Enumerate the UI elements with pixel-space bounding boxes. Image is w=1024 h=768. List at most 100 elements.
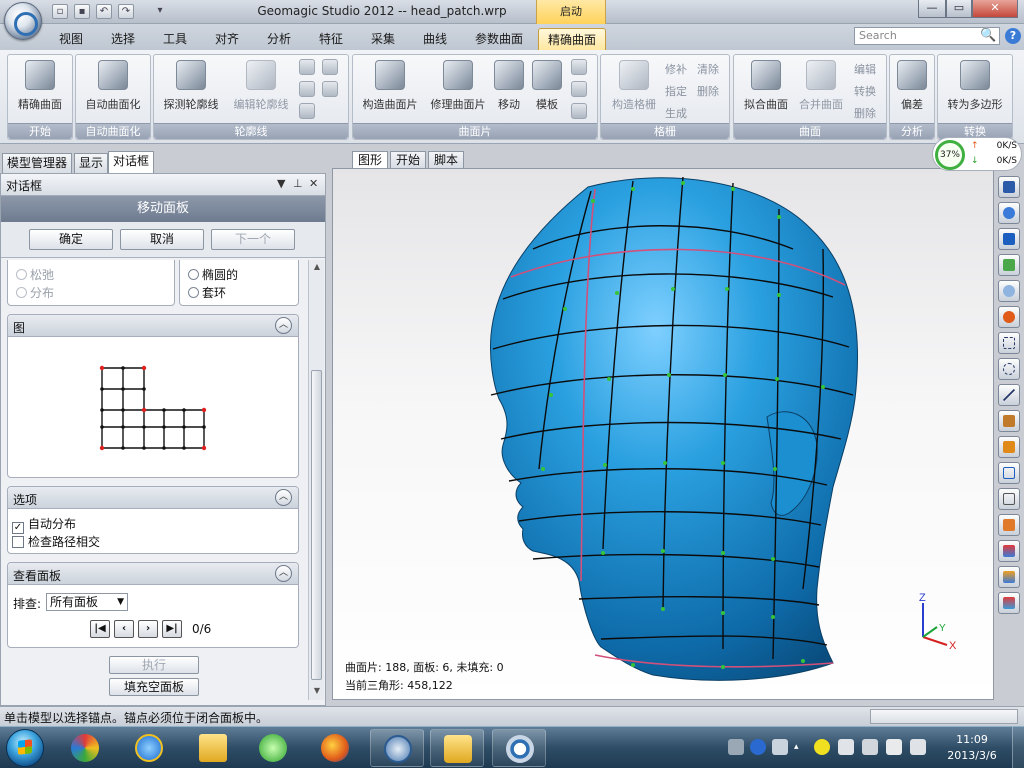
contour-tool-b-icon[interactable] <box>322 59 338 75</box>
build-grid-button[interactable]: 构造格栅 <box>605 57 663 121</box>
tab-model-manager[interactable]: 模型管理器 <box>2 153 73 173</box>
taskbar-app-7-icon[interactable] <box>430 729 484 767</box>
view-tool-6-icon[interactable] <box>998 306 1020 328</box>
fill-empty-panels-button[interactable]: 填充空面板 <box>109 678 199 696</box>
view-panel-collapse-icon[interactable]: ︿ <box>275 565 292 582</box>
view-tool-2-icon[interactable] <box>998 202 1020 224</box>
tray-flag-icon[interactable] <box>838 739 854 755</box>
tab-precise-surface[interactable]: 精确曲面 <box>538 28 606 50</box>
contour-tool-e-icon[interactable] <box>299 103 315 119</box>
search-input[interactable]: Search <box>854 27 1000 45</box>
last-panel-button[interactable]: ▶| <box>162 620 182 638</box>
view-tool-13-icon[interactable] <box>998 488 1020 510</box>
contour-tool-a-icon[interactable] <box>299 59 315 75</box>
precise-surface-button[interactable]: 精确曲面 <box>10 57 70 121</box>
tab-capture[interactable]: 采集 <box>364 28 402 50</box>
taskbar-app-4-icon[interactable] <box>246 729 300 767</box>
auto-distribute-checkbox[interactable]: ✓ 自动分布 <box>12 516 76 534</box>
contour-tool-d-icon[interactable] <box>322 81 338 97</box>
fit-surface-button[interactable]: 拟合曲面 <box>736 57 796 121</box>
view-tool-12-icon[interactable] <box>998 462 1020 484</box>
taskbar-app-1-icon[interactable] <box>58 729 112 767</box>
diagram-collapse-icon[interactable]: ︿ <box>275 317 292 334</box>
tab-curves[interactable]: 曲线 <box>416 28 454 50</box>
cancel-button[interactable]: 取消 <box>120 229 204 250</box>
sort-select[interactable]: 所有面板 ▼ <box>46 593 128 611</box>
view-tool-16-icon[interactable] <box>998 566 1020 588</box>
deviation-button[interactable]: 偏差 <box>892 57 932 121</box>
radio-elliptic[interactable]: 椭圆的 <box>188 267 238 283</box>
tab-script[interactable]: 脚本 <box>428 151 465 169</box>
tray-chevron-icon[interactable]: ▴ <box>794 739 810 755</box>
graphics-viewport[interactable]: 曲面片: 188, 面板: 6, 未填充: 0 当前三角形: 458,122 Z… <box>332 168 994 700</box>
patch-tool-b-icon[interactable] <box>571 81 587 97</box>
patch-tool-c-icon[interactable] <box>571 103 587 119</box>
minimize-button[interactable]: — <box>918 0 946 18</box>
tab-graphics[interactable]: 图形 <box>352 151 389 169</box>
network-speed-meter[interactable]: 37% ↑ 0K/S ↓ 0K/S <box>932 137 1022 171</box>
ok-button[interactable]: 确定 <box>29 229 113 250</box>
view-tool-17-icon[interactable] <box>998 592 1020 614</box>
view-tool-11-icon[interactable] <box>998 436 1020 458</box>
help-tray-icon[interactable] <box>750 739 766 755</box>
tab-display[interactable]: 显示 <box>74 153 109 173</box>
repair-patches-button[interactable]: 修理曲面片 <box>425 57 491 121</box>
execute-button[interactable]: 执行 <box>109 656 199 674</box>
scroll-up-icon[interactable]: ▲ <box>312 262 322 271</box>
close-button[interactable]: ✕ <box>972 0 1018 18</box>
clock-time[interactable]: 11:09 <box>940 733 1004 746</box>
volume-icon[interactable] <box>910 739 926 755</box>
brush-select-icon[interactable] <box>998 410 1020 432</box>
tray-plus-icon[interactable] <box>814 739 830 755</box>
keyboard-icon[interactable] <box>728 739 744 755</box>
tab-analysis[interactable]: 分析 <box>260 28 298 50</box>
edit-contour-button[interactable]: 编辑轮廓线 <box>228 57 294 121</box>
geomagic-taskbar-icon[interactable] <box>492 729 546 767</box>
undo-icon[interactable]: ↶ <box>96 4 112 19</box>
context-tab-start[interactable]: 启动 <box>536 0 606 24</box>
first-panel-button[interactable]: |◀ <box>90 620 110 638</box>
tab-dialog[interactable]: 对话框 <box>108 151 155 173</box>
patch-tool-a-icon[interactable] <box>571 59 587 75</box>
repair-small-button[interactable]: 修补 <box>663 61 687 79</box>
assign-small-button[interactable]: 指定 <box>663 83 687 101</box>
help-icon[interactable]: ? <box>1005 28 1021 44</box>
panel-menu-icon[interactable]: ▼ <box>277 177 285 190</box>
pin-icon[interactable]: ⊥ <box>293 177 303 190</box>
new-file-icon[interactable]: ▫ <box>52 4 68 19</box>
radio-relax[interactable]: 松弛 <box>16 267 54 283</box>
detect-contour-button[interactable]: 探测轮廓线 <box>158 57 224 121</box>
tab-tools[interactable]: 工具 <box>156 28 194 50</box>
tab-select[interactable]: 选择 <box>104 28 142 50</box>
merge-surface-button[interactable]: 合并曲面 <box>794 57 848 121</box>
delete2-small-button[interactable]: 删除 <box>852 105 876 123</box>
options-collapse-icon[interactable]: ︿ <box>275 489 292 506</box>
edit-small-button[interactable]: 编辑 <box>852 61 876 79</box>
firefox-icon[interactable] <box>308 729 362 767</box>
tab-align[interactable]: 对齐 <box>208 28 246 50</box>
tray-device-icon[interactable] <box>862 739 878 755</box>
tab-view[interactable]: 视图 <box>52 28 90 50</box>
delete-small-button[interactable]: 删除 <box>695 83 719 101</box>
tab-start[interactable]: 开始 <box>390 151 427 169</box>
rect-select-icon[interactable] <box>998 332 1020 354</box>
maximize-button[interactable]: ▭ <box>946 0 972 18</box>
next-panel-button[interactable]: › <box>138 620 158 638</box>
panel-close-icon[interactable]: ✕ <box>309 177 318 190</box>
internet-explorer-icon[interactable] <box>122 729 176 767</box>
view-tool-1-icon[interactable] <box>998 176 1020 198</box>
auto-surface-button[interactable]: 自动曲面化 <box>78 57 148 121</box>
view-tool-14-icon[interactable] <box>998 514 1020 536</box>
generate-small-button[interactable]: 生成 <box>663 105 687 123</box>
scrollbar-thumb[interactable] <box>311 370 322 680</box>
save-icon[interactable]: ▪ <box>74 4 90 19</box>
prev-panel-button[interactable]: ‹ <box>114 620 134 638</box>
contour-tool-c-icon[interactable] <box>299 81 315 97</box>
dialog-scrollbar[interactable]: ▲ ▼ <box>308 260 324 700</box>
check-path-intersect-checkbox[interactable]: 检查路径相交 <box>12 534 100 550</box>
taskbar-app-6-icon[interactable] <box>370 729 424 767</box>
build-patches-button[interactable]: 构造曲面片 <box>357 57 423 121</box>
redo-icon[interactable]: ↷ <box>118 4 134 19</box>
show-desktop-button[interactable] <box>1012 727 1024 768</box>
convert-small-button[interactable]: 转换 <box>852 83 876 101</box>
